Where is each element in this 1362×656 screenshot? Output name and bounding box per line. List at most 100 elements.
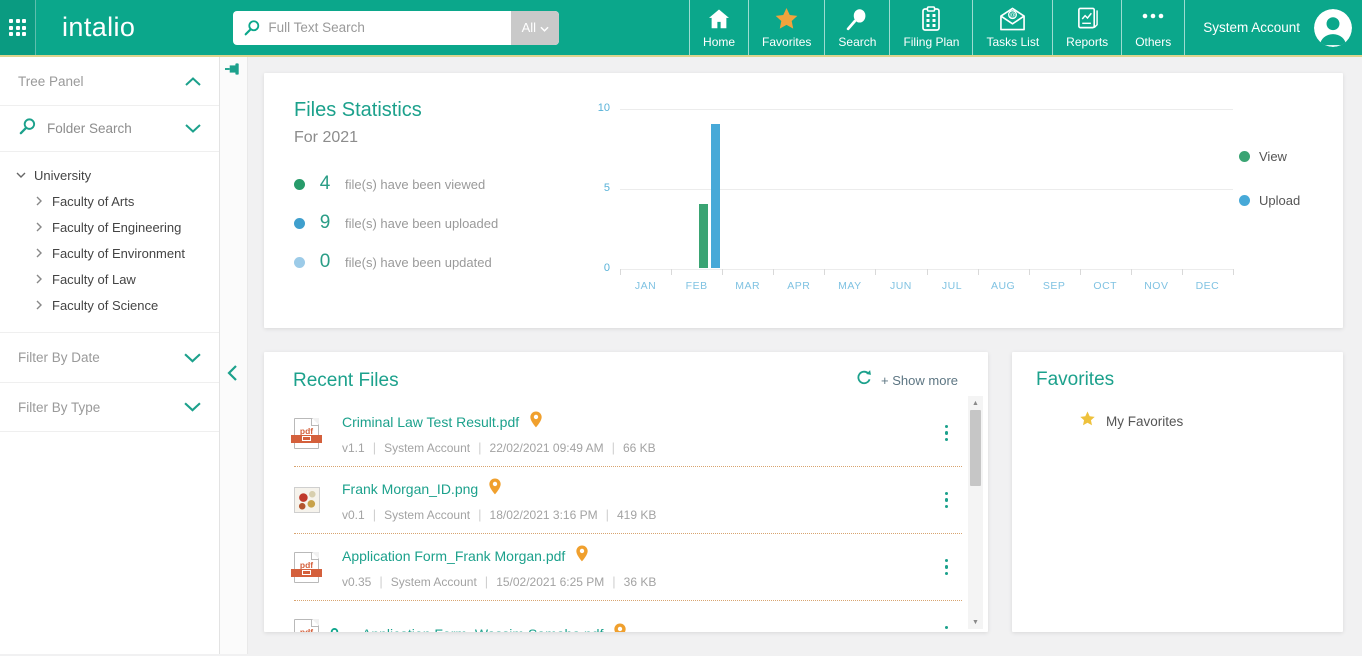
star-icon <box>1078 410 1097 433</box>
search-icon <box>845 6 870 33</box>
tree-panel-label: Tree Panel <box>18 74 84 89</box>
stat-item: 9file(s) have been uploaded <box>294 212 584 234</box>
show-more-button[interactable]: + Show more <box>881 373 958 388</box>
file-menu-button[interactable] <box>939 486 955 515</box>
legend-item-view: View <box>1239 149 1343 164</box>
files-statistics-subtitle: For 2021 <box>294 129 584 147</box>
file-meta: v0.35|System Account|15/02/2021 6:25 PM|… <box>342 574 939 589</box>
legend-label: View <box>1259 149 1287 164</box>
app-grid-button[interactable] <box>0 0 36 55</box>
nav-label: Search <box>838 35 876 49</box>
main-nav: Home Favorites Search Filing Plan@Tasks Lis… <box>689 0 1185 55</box>
scrollbar-thumb[interactable] <box>970 410 981 486</box>
x-tick-label: JUN <box>875 280 926 292</box>
nav-label: Reports <box>1066 35 1108 49</box>
nav-item-search[interactable]: Search <box>824 0 889 55</box>
tree-node-faculty-of-environment[interactable]: Faculty of Environment <box>0 240 219 266</box>
favorites-item[interactable]: My Favorites <box>1036 410 1319 433</box>
stat-value: 0 <box>319 251 331 273</box>
app-logo: intalio <box>62 0 135 55</box>
tree-node-label: Faculty of Engineering <box>52 220 181 235</box>
nav-item-home[interactable]: Home <box>689 0 748 55</box>
chart-y-axis: 0510 <box>584 109 620 269</box>
x-tick-label: JUL <box>926 280 977 292</box>
file-row[interactable]: pdf Application Form_Frank Morgan.pdf v0.3… <box>294 534 962 601</box>
tree-node-faculty-of-arts[interactable]: Faculty of Arts <box>0 188 219 214</box>
filter-by-date[interactable]: Filter By Date <box>0 332 219 382</box>
x-tick <box>773 269 774 275</box>
file-row[interactable]: Frank Morgan_ID.pngv0.1|System Account|1… <box>294 467 962 534</box>
folder-search[interactable]: Folder Search <box>0 106 219 152</box>
tree-node-faculty-of-science[interactable]: Faculty of Science <box>0 292 219 318</box>
file-list-scrollbar[interactable]: ▲ ▼ <box>968 396 983 629</box>
svg-text:@: @ <box>1010 12 1016 19</box>
x-tick <box>1233 269 1234 275</box>
lock-icon <box>328 627 348 633</box>
file-link[interactable]: Frank Morgan_ID.png <box>342 481 478 497</box>
tree-panel-header[interactable]: Tree Panel <box>0 57 219 106</box>
chart-x-axis: JANFEBMARAPRMAYJUNJULAUGSEPOCTNOVDEC <box>620 280 1233 292</box>
scroll-down-icon[interactable]: ▼ <box>968 615 983 629</box>
nav-item-others[interactable]: Others <box>1121 0 1185 55</box>
file-link[interactable]: Application Form_Frank Morgan.pdf <box>342 548 565 564</box>
nav-item-tasks-list[interactable]: @Tasks List <box>972 0 1052 55</box>
location-pin-icon <box>613 623 627 632</box>
file-link[interactable]: Criminal Law Test Result.pdf <box>342 414 519 430</box>
stat-value: 9 <box>319 212 331 234</box>
legend-dot <box>1239 151 1250 162</box>
search-scope-dropdown[interactable]: All <box>511 11 559 45</box>
nav-label: Others <box>1135 35 1171 49</box>
bar-upload-feb <box>711 124 720 268</box>
file-row[interactable]: pdfCriminal Law Test Result.pdfv1.1|Syst… <box>294 400 962 467</box>
search-icon <box>243 19 261 37</box>
full-text-search-input[interactable] <box>268 20 511 35</box>
folder-tree: University Faculty of Arts Faculty of Eng… <box>0 152 219 332</box>
chevron-up-icon <box>185 77 201 86</box>
nav-label: Favorites <box>762 35 811 49</box>
file-menu-button[interactable] <box>939 620 955 632</box>
files-statistics-title: Files Statistics <box>294 99 584 122</box>
recent-files-card: Recent Files + Show more pdfCriminal Law… <box>264 352 988 632</box>
y-tick-label: 0 <box>604 262 610 274</box>
refresh-icon[interactable] <box>855 369 873 392</box>
nav-item-filing-plan[interactable]: Filing Plan <box>889 0 972 55</box>
x-tick <box>978 269 979 275</box>
ellipsis-icon <box>1140 6 1166 33</box>
search-scope-value: All <box>522 20 536 35</box>
tree-node-label: Faculty of Law <box>52 272 136 287</box>
sidebar-collapse-strip <box>220 57 248 654</box>
scroll-up-icon[interactable]: ▲ <box>968 396 983 410</box>
legend-label: Upload <box>1259 193 1300 208</box>
nav-item-favorites[interactable]: Favorites <box>748 0 824 55</box>
x-tick-label: FEB <box>671 280 722 292</box>
favorites-card: Favorites My Favorites <box>1012 352 1343 632</box>
tree-node-label: Faculty of Science <box>52 298 158 313</box>
file-row[interactable]: pdfApplication Form_Wassim Samaha.pdf <box>294 601 962 632</box>
folder-search-icon <box>18 117 37 141</box>
x-tick <box>824 269 825 275</box>
x-tick-label: AUG <box>978 280 1029 292</box>
tree-node-university[interactable]: University <box>0 162 219 188</box>
filter-by-date-label: Filter By Date <box>18 350 100 365</box>
x-tick <box>1131 269 1132 275</box>
tree-node-faculty-of-law[interactable]: Faculty of Law <box>0 266 219 292</box>
pin-icon[interactable] <box>225 62 242 81</box>
home-icon <box>706 6 732 33</box>
stat-dot <box>294 179 305 190</box>
recent-files-title: Recent Files <box>293 370 399 392</box>
nav-item-reports[interactable]: Reports <box>1052 0 1121 55</box>
file-link[interactable]: Application Form_Wassim Samaha.pdf <box>362 626 603 632</box>
tree-node-faculty-of-engineering[interactable]: Faculty of Engineering <box>0 214 219 240</box>
avatar[interactable] <box>1314 9 1352 47</box>
file-menu-button[interactable] <box>939 419 955 448</box>
chevron-down-icon <box>184 353 201 363</box>
tree-node-label: University <box>34 168 91 183</box>
pdf-file-icon: pdf <box>294 552 328 583</box>
chevron-left-icon[interactable] <box>227 365 237 386</box>
account-area[interactable]: System Account <box>1185 0 1362 55</box>
tree-node-label: Faculty of Arts <box>52 194 134 209</box>
global-search-bar: All <box>233 11 559 45</box>
filter-by-type[interactable]: Filter By Type <box>0 382 219 432</box>
file-menu-button[interactable] <box>939 553 955 582</box>
location-pin-icon <box>488 478 502 500</box>
